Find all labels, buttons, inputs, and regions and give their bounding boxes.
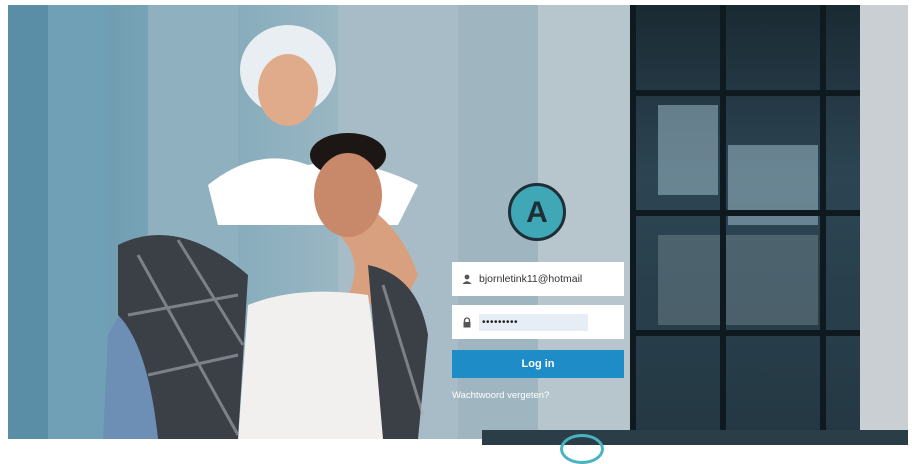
forgot-password-link[interactable]: Wachtwoord vergeten?	[452, 390, 549, 401]
door-frame	[720, 5, 726, 439]
door-frame	[820, 5, 826, 439]
door-frame	[630, 330, 860, 336]
username-field[interactable]: bjornletink11@hotmail	[452, 262, 624, 296]
password-field[interactable]: •••••••••	[452, 305, 624, 339]
door-frame	[630, 5, 636, 439]
login-button[interactable]: Log in	[452, 350, 624, 378]
bottom-logo-fragment	[560, 434, 604, 464]
app-logo: A	[508, 183, 566, 241]
door-window	[658, 235, 818, 325]
bottom-strip	[482, 430, 908, 445]
wall-panel	[8, 5, 48, 439]
couple-photo	[103, 25, 428, 439]
user-icon	[459, 274, 475, 284]
door-frame	[630, 90, 860, 96]
door-frame	[630, 210, 860, 216]
password-value: •••••••••	[479, 313, 588, 331]
right-wall	[860, 5, 908, 439]
door-window	[658, 105, 718, 195]
logo-letter-icon: A	[526, 196, 548, 229]
username-value: bjornletink11@hotmail	[479, 273, 583, 285]
lock-icon	[459, 316, 475, 328]
svg-text:A: A	[526, 196, 548, 229]
